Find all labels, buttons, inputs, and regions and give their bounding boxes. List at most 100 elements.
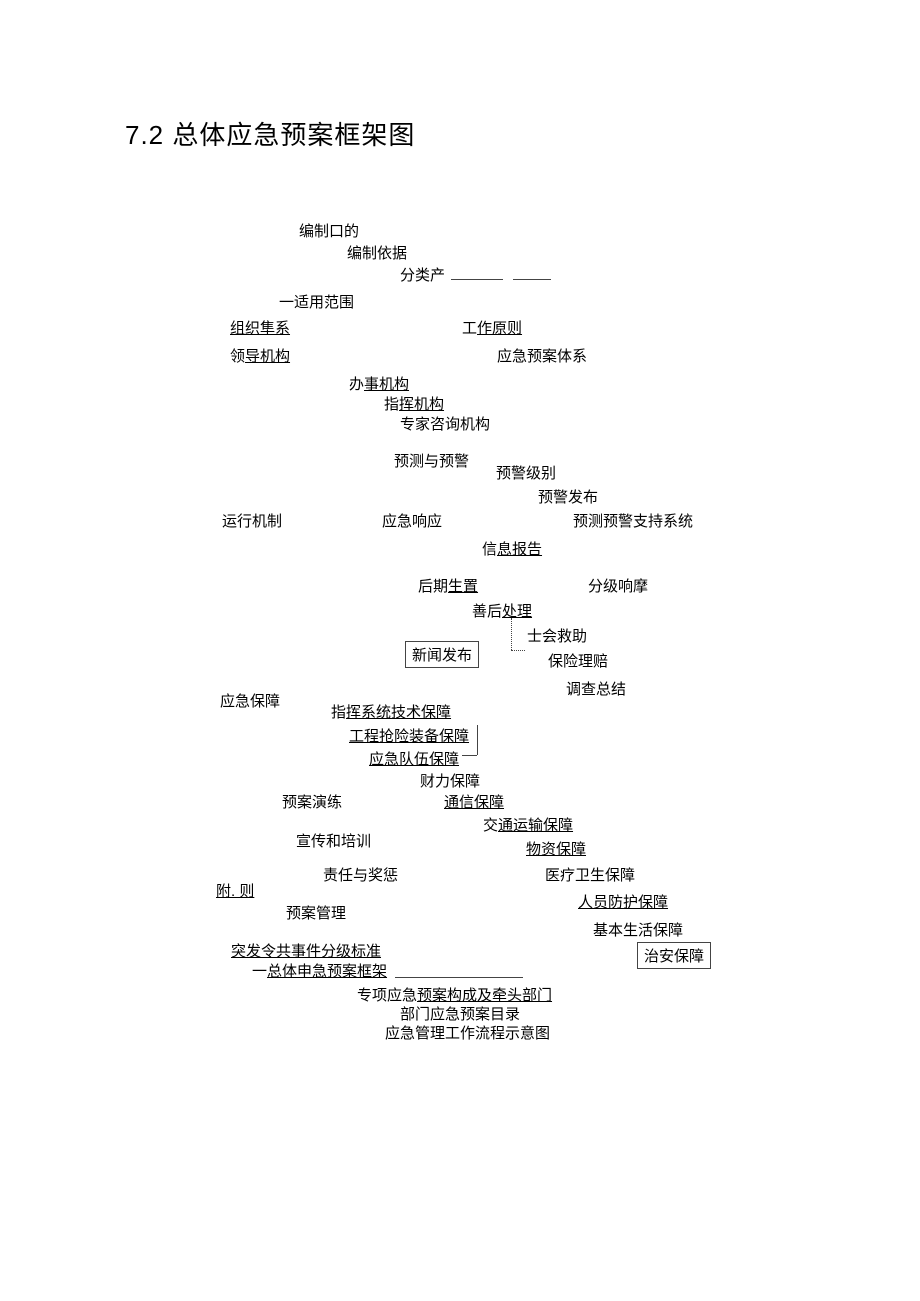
- label-part-und: 通运输保障: [498, 817, 573, 834]
- label: 分类产: [400, 267, 445, 284]
- label: 通信保障: [444, 794, 504, 811]
- label: 宣传和培训: [296, 833, 371, 850]
- node-交通运输保障: 交通运输保障: [483, 814, 573, 835]
- label: 突发令共事件分级标准: [231, 943, 381, 960]
- label: 预案管理: [286, 905, 346, 922]
- label-part-und: 作原则: [477, 320, 522, 337]
- label-part: 信: [482, 541, 497, 558]
- label-part: 指: [384, 396, 399, 413]
- connector-h1: [462, 755, 477, 756]
- node-专家咨询机构: 专家咨询机构: [400, 413, 490, 434]
- label: 基本生活保障: [593, 922, 683, 939]
- node-保险理赔: 保险理赔: [548, 650, 608, 671]
- node-应急响应: 应急响应: [382, 510, 442, 531]
- label: 编制依据: [347, 245, 407, 262]
- label: 预案演练: [282, 794, 342, 811]
- node-组织隼系: 组织隼系: [230, 317, 290, 338]
- line-总体申急预案框架: [395, 977, 523, 978]
- node-应急队伍保障: 应急队伍保障: [369, 748, 459, 769]
- label-part: 一: [252, 963, 267, 980]
- node-士会救助: 士会救助: [527, 625, 587, 646]
- label: 治安保障: [644, 948, 704, 965]
- label: 新闻发布: [412, 647, 472, 664]
- node-编制依据: 编制依据: [347, 242, 407, 263]
- node-预案演练: 预案演练: [282, 791, 342, 812]
- label: 附. 则: [216, 883, 254, 900]
- label: 医疗卫生保障: [545, 867, 635, 884]
- node-办事机构: 办事机构: [349, 373, 409, 394]
- label: 部门应急预案目录: [400, 1006, 520, 1023]
- node-领导机构: 领导机构: [230, 345, 290, 366]
- label: 物资保障: [526, 841, 586, 858]
- node-治安保障: 治安保障: [637, 942, 711, 969]
- node-基本生活保障: 基本生活保障: [593, 919, 683, 940]
- label-part: 交: [483, 817, 498, 834]
- node-预案管理: 预案管理: [286, 902, 346, 923]
- label-part-und: 息报告: [497, 541, 542, 558]
- label: 一适用范围: [279, 294, 354, 311]
- node-总体申急预案框架: 一总体申急预案框架: [252, 960, 387, 981]
- node-部门应急预案目录: 部门应急预案目录: [400, 1003, 520, 1024]
- label-part-und: 预案构成及牵头部门: [417, 987, 552, 1004]
- label-part-und: 挥系统技术保障: [346, 704, 451, 721]
- node-指挥机构: 指挥机构: [384, 393, 444, 414]
- label-part: 指: [331, 704, 346, 721]
- label-part: 领: [230, 348, 245, 365]
- label: 工程抢险装备保障: [349, 728, 469, 745]
- connector-dot-v1: [511, 618, 512, 650]
- label-part: 专项应急: [357, 987, 417, 1004]
- node-分级响摩: 分级响摩: [588, 575, 648, 596]
- node-应急管理工作流程示意图: 应急管理工作流程示意图: [385, 1022, 550, 1043]
- label: 分级响摩: [588, 578, 648, 595]
- label: 组织隼系: [230, 320, 290, 337]
- node-适用范围: 一适用范围: [279, 291, 354, 312]
- node-应急预案体系: 应急预案体系: [497, 345, 587, 366]
- label: 应急队伍保障: [369, 751, 459, 768]
- label: 专家咨询机构: [400, 416, 490, 433]
- node-责任与奖惩: 责任与奖惩: [323, 864, 398, 885]
- label-part-und: 生置: [448, 578, 478, 595]
- label: 运行机制: [222, 513, 282, 530]
- label: 应急预案体系: [497, 348, 587, 365]
- label: 财力保障: [420, 773, 480, 790]
- label: 人员防护保障: [578, 894, 668, 911]
- label-part: 办: [349, 376, 364, 393]
- node-预测与预警: 预测与预警: [394, 450, 469, 471]
- node-运行机制: 运行机制: [222, 510, 282, 531]
- label: 应急管理工作流程示意图: [385, 1025, 550, 1042]
- label: 预测与预警: [394, 453, 469, 470]
- node-物资保障: 物资保障: [526, 838, 586, 859]
- connector-dot-h1: [511, 650, 525, 651]
- label-part-und: 事机构: [364, 376, 409, 393]
- node-宣传和培训: 宣传和培训: [296, 830, 371, 851]
- node-善后处理: 善后处理: [472, 600, 532, 621]
- label-part-und: 处理: [502, 603, 532, 620]
- label: 责任与奖惩: [323, 867, 398, 884]
- node-后期生置: 后期生置: [418, 575, 478, 596]
- node-指挥系统技术保障: 指挥系统技术保障: [331, 701, 451, 722]
- node-突发令共事件分级标准: 突发令共事件分级标准: [231, 940, 381, 961]
- label: 预警发布: [538, 489, 598, 506]
- node-医疗卫生保障: 医疗卫生保障: [545, 864, 635, 885]
- label-part: 工: [462, 320, 477, 337]
- node-附则: 附. 则: [216, 880, 254, 901]
- node-预警发布: 预警发布: [538, 486, 598, 507]
- connector-v1: [477, 725, 478, 755]
- label: 应急保障: [220, 693, 280, 710]
- label: 保险理赔: [548, 653, 608, 670]
- label-part-und: 导机构: [245, 348, 290, 365]
- node-预测预警支持系统: 预测预警支持系统: [573, 510, 693, 531]
- node-预警级别: 预警级别: [496, 462, 556, 483]
- node-工作原则: 工作原则: [462, 317, 522, 338]
- node-应急保障: 应急保障: [220, 690, 280, 711]
- label-part-und: 挥机构: [399, 396, 444, 413]
- node-信息报告: 信息报告: [482, 538, 542, 559]
- label: 调查总结: [566, 681, 626, 698]
- node-财力保障: 财力保障: [420, 770, 480, 791]
- label-part: 后期: [418, 578, 448, 595]
- node-新闻发布: 新闻发布: [405, 641, 479, 668]
- node-专项应急预案构成及牵头部门: 专项应急预案构成及牵头部门: [357, 984, 552, 1005]
- node-编制口的: 编制口的: [299, 220, 359, 241]
- label-part-und: 总体申急预案框架: [267, 963, 387, 980]
- label: 编制口的: [299, 223, 359, 240]
